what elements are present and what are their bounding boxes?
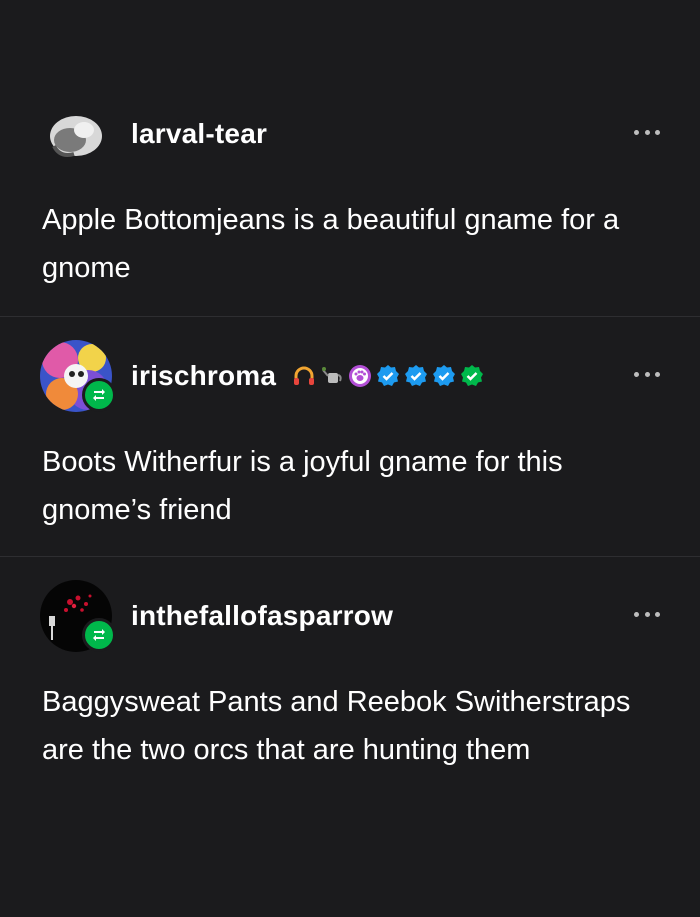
watering-can-icon[interactable] (320, 364, 344, 388)
user-badges (292, 364, 484, 388)
reblog-badge (82, 618, 116, 652)
divider (0, 556, 700, 557)
avatar-image (50, 116, 102, 157)
reblog-badge (82, 378, 116, 412)
avatar[interactable] (40, 340, 116, 412)
green-check-icon[interactable] (460, 364, 484, 388)
more-options-icon[interactable] (634, 370, 660, 378)
username[interactable]: larval-tear (131, 118, 267, 150)
avatar[interactable] (40, 580, 116, 652)
username[interactable]: inthefallofasparrow (131, 600, 393, 632)
post-text: Apple Bottomjeans is a beautiful gname f… (42, 204, 620, 284)
blue-check-icon[interactable] (376, 364, 400, 388)
post-text: Baggysweat Pants and Reebok Switherstrap… (42, 686, 631, 766)
reblog-icon (93, 629, 105, 641)
more-options-icon[interactable] (634, 610, 660, 618)
reblog-icon (93, 389, 105, 401)
divider (0, 316, 700, 317)
post-text: Boots Witherfur is a joyful gname for th… (42, 446, 563, 526)
username[interactable]: irischroma (131, 360, 276, 392)
blue-check-icon[interactable] (432, 364, 456, 388)
headphones-icon[interactable] (292, 364, 316, 388)
blue-check-icon[interactable] (404, 364, 428, 388)
paw-badge-icon[interactable] (348, 364, 372, 388)
avatar[interactable] (40, 100, 112, 172)
more-options-icon[interactable] (634, 128, 660, 136)
